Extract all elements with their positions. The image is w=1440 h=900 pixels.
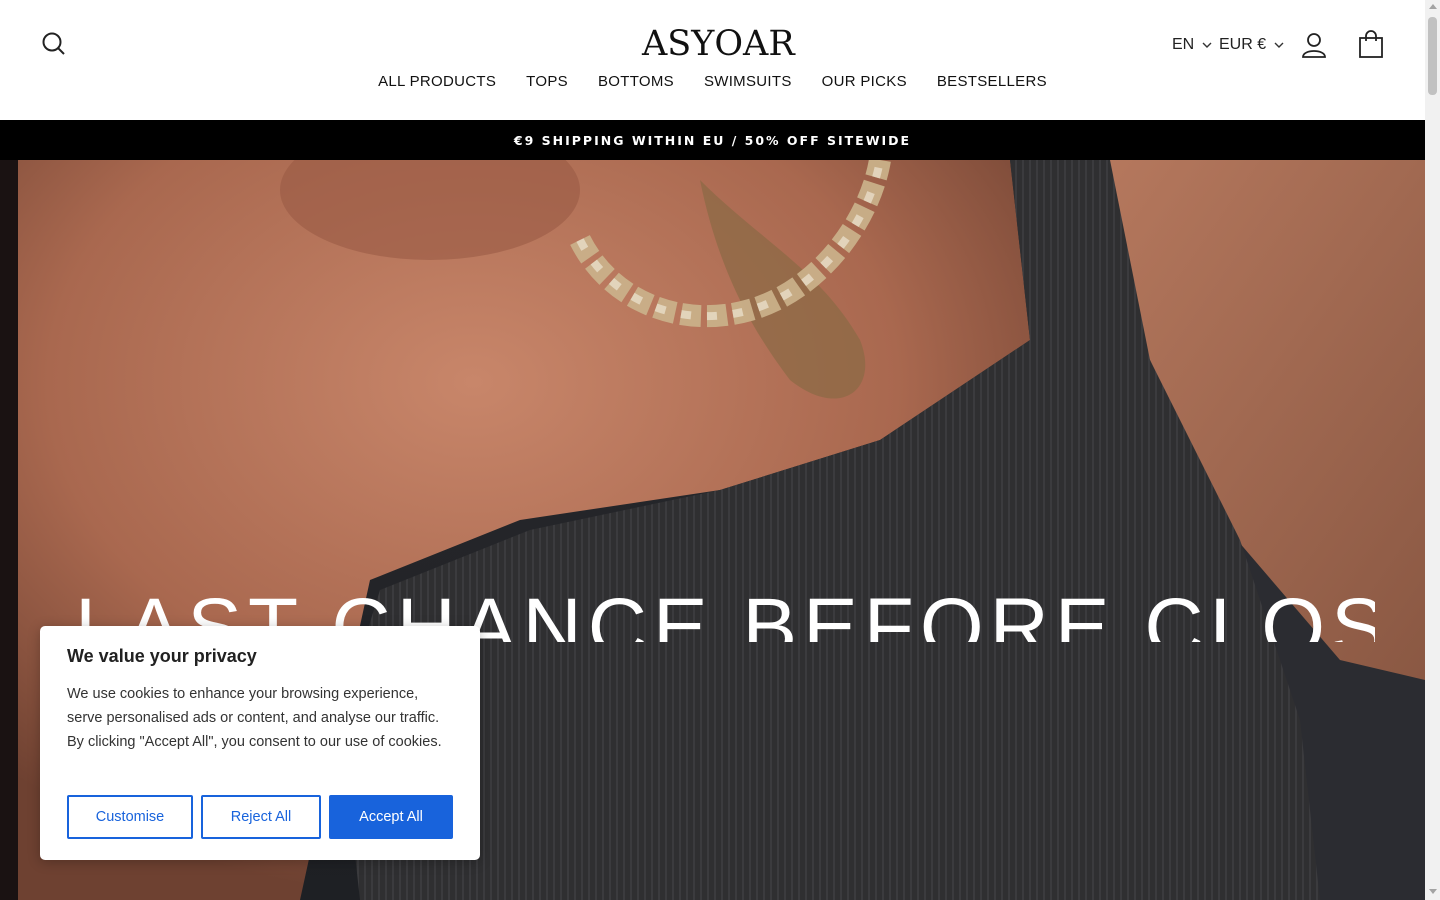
accept-all-button[interactable]: Accept All [329,795,453,839]
nav-tops[interactable]: TOPS [526,73,568,90]
language-value: EN [1172,36,1195,53]
nav-all-products[interactable]: ALL PRODUCTS [378,73,496,90]
search-icon[interactable] [40,30,68,58]
site-logo[interactable]: ASYOAR [642,22,795,66]
nav-swimsuits[interactable]: SWIMSUITS [704,73,792,90]
cookie-consent-banner: We value your privacy We use cookies to … [40,626,480,860]
chevron-down-icon [1202,42,1212,48]
scrollbar[interactable] [1425,0,1440,900]
nav-bottoms[interactable]: BOTTOMS [598,73,674,90]
chevron-down-icon [1274,42,1284,48]
cookie-description: We use cookies to enhance your browsing … [67,686,442,750]
cart-icon[interactable] [1358,29,1384,59]
currency-selector[interactable]: EUR € [1219,36,1284,54]
scrollbar-thumb[interactable] [1428,17,1437,95]
announcement-text: €9 SHIPPING WITHIN EU / 50% OFF SITEWIDE [513,132,912,148]
scroll-down-arrow-icon[interactable] [1429,889,1437,894]
language-selector[interactable]: EN [1172,36,1212,54]
customise-button[interactable]: Customise [67,795,193,839]
announcement-bar[interactable]: €9 SHIPPING WITHIN EU / 50% OFF SITEWIDE [0,120,1425,160]
nav-bestsellers[interactable]: BESTSELLERS [937,73,1047,90]
cookie-title: We value your privacy [67,646,257,666]
page: ASYOAR EN EUR € ALL PRODUCTS TOPS BOTTOM… [0,0,1425,900]
account-icon[interactable] [1301,31,1327,59]
scroll-up-arrow-icon[interactable] [1429,4,1437,9]
nav-our-picks[interactable]: OUR PICKS [822,73,907,90]
currency-value: EUR € [1219,36,1267,53]
reject-all-button[interactable]: Reject All [201,795,321,839]
main-nav: ALL PRODUCTS TOPS BOTTOMS SWIMSUITS OUR … [0,73,1425,90]
site-header: ASYOAR EN EUR € ALL PRODUCTS TOPS BOTTOM… [0,0,1425,120]
